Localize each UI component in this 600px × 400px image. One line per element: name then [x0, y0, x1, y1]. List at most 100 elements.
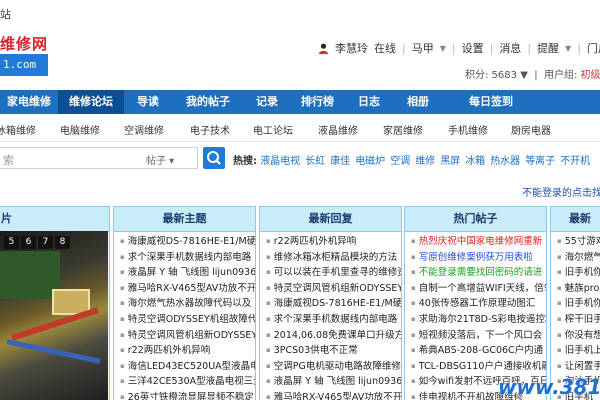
- nav-item[interactable]: 日志: [345, 90, 393, 114]
- panel-title[interactable]: 最新: [551, 207, 600, 232]
- thread-link[interactable]: 热烈庆祝中国家电维修网重新: [411, 234, 546, 250]
- thread-link[interactable]: 旧手机你: [557, 265, 600, 281]
- thread-link[interactable]: 短视频没落后，下一个风口会: [411, 328, 546, 344]
- thread-link[interactable]: 写原创维修案例获万用表啦: [411, 250, 546, 266]
- hot-search-term[interactable]: 液晶电视: [260, 156, 300, 167]
- nav-item[interactable]: 排行榜: [290, 90, 345, 114]
- thread-link[interactable]: r22两匹机外机异响: [120, 343, 255, 359]
- thread-link[interactable]: 液晶屏 Y 轴 飞线图 lijun0936整: [120, 265, 255, 281]
- nav-item[interactable]: 导读: [124, 90, 172, 114]
- site-links-fragment[interactable]: 站: [0, 6, 11, 22]
- thread-link[interactable]: 求个深果手机数据线内部电路: [266, 312, 401, 328]
- photo-page-button[interactable]: 6: [21, 236, 36, 249]
- hot-search-term[interactable]: 等离子: [525, 156, 555, 167]
- category-link[interactable]: 厨房电器: [511, 122, 551, 137]
- thread-link[interactable]: 维修冰箱冰柜精品模块的方法: [266, 250, 401, 266]
- thread-link[interactable]: 40张传感器工作原理动图汇: [411, 296, 546, 312]
- hot-search-term[interactable]: 康佳: [330, 156, 350, 167]
- thread-link[interactable]: 榨干旧手: [557, 312, 600, 328]
- chevron-down-icon[interactable]: ▼: [565, 44, 571, 53]
- hot-search-term[interactable]: 热水器: [490, 156, 520, 167]
- settings-link[interactable]: 设置: [462, 40, 484, 56]
- panel-title[interactable]: 最新主题: [114, 207, 255, 232]
- site-logo-title[interactable]: 维修网: [0, 33, 48, 54]
- thread-link[interactable]: 特灵空调ODYSSEY机组故障代: [120, 312, 255, 328]
- nav-item[interactable]: 维修论坛: [58, 90, 124, 114]
- nav-item[interactable]: 每日签到: [443, 90, 539, 114]
- hot-search-label: 热搜:: [233, 156, 257, 167]
- category-link[interactable]: 家居维修: [383, 122, 423, 137]
- site-logo-domain[interactable]: 1.com: [0, 54, 48, 76]
- thread-link[interactable]: 可以以装在手机里查寻的维修资: [266, 265, 401, 281]
- photo-wire: [6, 339, 101, 364]
- nav-item[interactable]: 家电维修: [0, 90, 58, 114]
- panel-title[interactable]: 最新回复: [260, 207, 401, 232]
- divider: |: [489, 41, 494, 55]
- hot-search-term[interactable]: 空调: [390, 156, 410, 167]
- thread-link[interactable]: 旧手机上: [557, 343, 600, 359]
- thread-link[interactable]: 求助海尔21T8D-S彩电按遥控和: [411, 312, 546, 328]
- chevron-down-icon[interactable]: ▼: [520, 70, 528, 81]
- photo-page-button[interactable]: 5: [4, 236, 19, 249]
- nav-item[interactable]: 我的帖子: [172, 90, 244, 114]
- search-button[interactable]: [203, 147, 225, 169]
- thread-link[interactable]: 海尔燃气热水器故障代码以及: [120, 296, 255, 312]
- thread-link[interactable]: 特灵空调风管机组新ODYSSEY: [266, 281, 401, 297]
- thread-link[interactable]: 魅族pro7: [557, 281, 600, 297]
- thread-link[interactable]: 海康威视DS-7816HE-E1/M硬盘: [266, 296, 401, 312]
- hot-search-term[interactable]: 冰箱: [465, 156, 485, 167]
- thread-link[interactable]: 雅马哈RX-V465型AV功放不开: [266, 390, 401, 400]
- search-category-select[interactable]: 帖子 ▾: [146, 152, 174, 167]
- category-link[interactable]: 液晶维修: [318, 122, 358, 137]
- user-group-value[interactable]: 初级: [581, 70, 600, 81]
- thread-link[interactable]: 26英寸铁橙流显屏显频不稳定: [120, 390, 255, 400]
- thread-link[interactable]: 3PCS03供电不正常: [266, 343, 401, 359]
- category-link[interactable]: 电脑维修: [60, 122, 100, 137]
- reminders-link[interactable]: 提醒: [537, 40, 559, 56]
- hot-search-term[interactable]: 维修: [415, 156, 435, 167]
- thread-link[interactable]: 自制一个高增益WIFI天线，倍领: [411, 281, 546, 297]
- account-switch[interactable]: 马甲: [412, 40, 434, 56]
- hot-search-term[interactable]: 黑屏: [440, 156, 460, 167]
- nav-item[interactable]: 记录: [244, 90, 290, 114]
- photo-page-button[interactable]: 8: [55, 236, 70, 249]
- thread-link[interactable]: 雅马哈RX-V465型AV功放不开: [120, 281, 255, 297]
- thread-link[interactable]: 三洋42CE530A型液晶电视三元: [120, 374, 255, 390]
- thread-link[interactable]: 你没有想: [557, 328, 600, 344]
- portal-admin-link[interactable]: 门户管: [587, 40, 600, 56]
- thread-link[interactable]: TCL-DBSG110户户通接收机融: [411, 359, 546, 375]
- hot-search-term[interactable]: 不开机: [560, 156, 590, 167]
- thread-link[interactable]: 特灵空调风管机组新ODYSSEY: [120, 328, 255, 344]
- user-name[interactable]: 李慧玲: [335, 40, 368, 56]
- category-link[interactable]: 手机维修: [448, 122, 488, 137]
- login-help-link[interactable]: 不能登录的点击找: [522, 184, 600, 199]
- thread-link[interactable]: 让闲置手: [557, 359, 600, 375]
- category-link[interactable]: 电子技术: [190, 122, 230, 137]
- search-input[interactable]: 索 帖子 ▾: [0, 147, 198, 169]
- category-link[interactable]: 冰箱维修: [0, 122, 36, 137]
- hot-search-term[interactable]: 长虹: [305, 156, 325, 167]
- thread-link[interactable]: 旧手机你: [557, 296, 600, 312]
- messages-link[interactable]: 消息: [499, 40, 521, 56]
- panel-title[interactable]: 热门帖子: [405, 207, 546, 232]
- hot-search-term[interactable]: 电磁炉: [355, 156, 385, 167]
- photo-page-button[interactable]: 7: [38, 236, 53, 249]
- chevron-down-icon[interactable]: ▼: [440, 44, 446, 53]
- featured-photo[interactable]: [0, 231, 108, 400]
- thread-link[interactable]: 55寸游戏机: [557, 234, 600, 250]
- thread-link[interactable]: 海信LED43EC520UA型液晶电: [120, 359, 255, 375]
- thread-link[interactable]: 海康威视DS-7816HE-E1/M硬盘: [120, 234, 255, 250]
- thread-link[interactable]: r22两匹机外机异响: [266, 234, 401, 250]
- thread-link[interactable]: 求个深果手机数据线内部电路: [120, 250, 255, 266]
- thread-link[interactable]: 希典ABS-208-GC06C户内通: [411, 343, 546, 359]
- user-status: 在线: [374, 42, 396, 55]
- category-link[interactable]: 空调维修: [124, 122, 164, 137]
- thread-link[interactable]: 2014,06.08免费课单口升级方: [266, 328, 401, 344]
- thread-link[interactable]: 不能登录需要找回密码的请进: [411, 265, 546, 281]
- thread-link[interactable]: 空调PG电机驱动电路故障维修: [266, 359, 401, 375]
- credits-value[interactable]: 积分: 5683: [465, 70, 517, 81]
- nav-item[interactable]: 相册: [393, 90, 443, 114]
- category-link[interactable]: 电工论坛: [253, 122, 293, 137]
- thread-link[interactable]: 海尔燃气: [557, 250, 600, 266]
- thread-link[interactable]: 液晶屏 Y 轴 飞线图 lijun0936整: [266, 374, 401, 390]
